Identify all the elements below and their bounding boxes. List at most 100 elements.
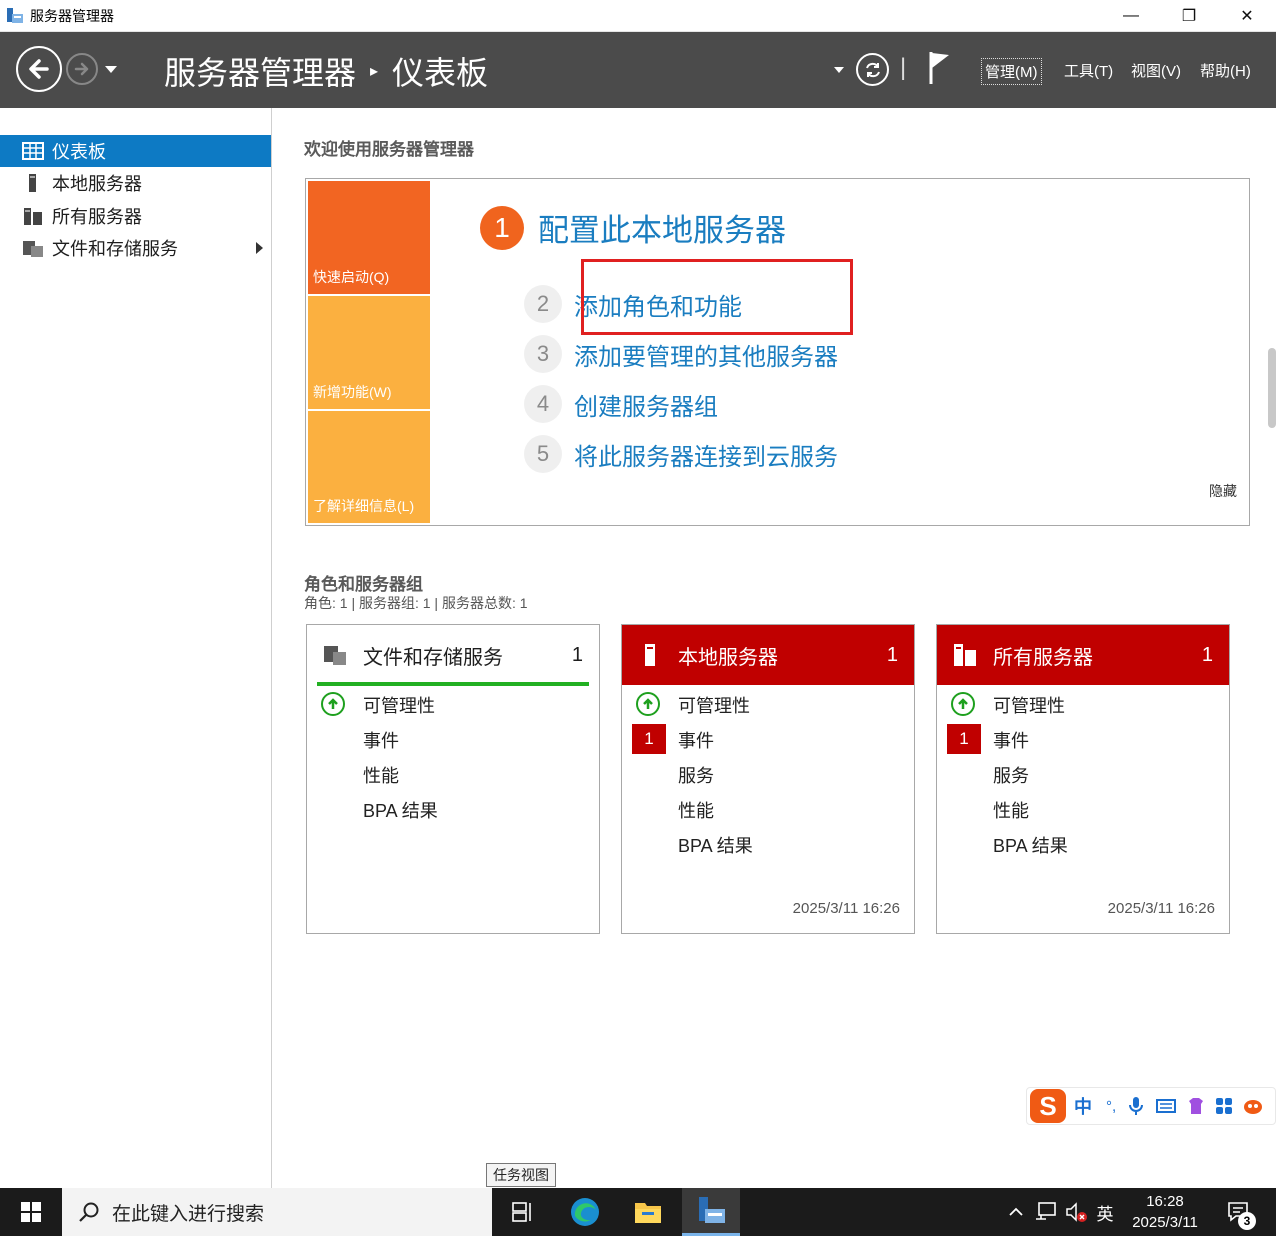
app-header: 服务器管理器 ▸ 仪表板 | 管理(M) 工具(T) 视图(V) 帮助(H) (0, 32, 1276, 108)
card-row-manageability[interactable]: 可管理性 (307, 689, 599, 719)
step-number: 1 (480, 205, 524, 250)
skin-icon[interactable] (1186, 1096, 1206, 1116)
quick-start-panel: 快速启动(Q) 新增功能(W) 了解详细信息(L) 1 配置此本地服务器 2 添… (305, 178, 1250, 526)
taskbar-search-box[interactable]: 在此键入进行搜索 (62, 1188, 492, 1236)
card-row-services[interactable]: 服务 (622, 759, 914, 789)
minimize-button[interactable]: — (1102, 0, 1160, 32)
menu-manage[interactable]: 管理(M) (981, 58, 1042, 85)
step-number: 4 (524, 385, 562, 423)
card-row-bpa[interactable]: BPA 结果 (307, 794, 599, 824)
input-language-indicator[interactable]: 英 (1092, 1188, 1118, 1236)
servers-icon (954, 644, 976, 666)
card-row-bpa[interactable]: BPA 结果 (622, 829, 914, 859)
welcome-title: 欢迎使用服务器管理器 (304, 140, 474, 159)
tile-whats-new[interactable]: 新增功能(W) (308, 296, 430, 409)
menu-tools[interactable]: 工具(T) (1061, 58, 1116, 83)
hide-welcome-link[interactable]: 隐藏 (1209, 481, 1237, 501)
card-row-manageability[interactable]: 可管理性 (622, 689, 914, 719)
role-card-all-servers[interactable]: 所有服务器 1 可管理性 1 事件 服务 性能 BPA 结果 2025/3/11… (936, 624, 1230, 934)
row-label: 可管理性 (993, 696, 1065, 716)
sidebar-item-label: 所有服务器 (52, 207, 142, 227)
server-manager-taskbar-button[interactable] (682, 1188, 740, 1236)
chevron-up-icon (1009, 1207, 1023, 1216)
card-row-bpa[interactable]: BPA 结果 (937, 829, 1229, 859)
step-create-server-group[interactable]: 4 创建服务器组 (524, 385, 718, 423)
arrow-left-icon (29, 59, 49, 79)
file-explorer-button[interactable] (619, 1188, 677, 1236)
breadcrumb-root[interactable]: 服务器管理器 (164, 48, 356, 94)
row-label: 服务 (678, 766, 714, 786)
tile-learn-more[interactable]: 了解详细信息(L) (308, 411, 430, 523)
tile-quick-start[interactable]: 快速启动(Q) (308, 181, 430, 294)
forward-button[interactable] (66, 53, 98, 85)
dashboard-grid-icon (22, 142, 44, 160)
arrow-right-icon (74, 62, 89, 76)
scrollbar-thumb[interactable] (1268, 348, 1276, 428)
maximize-button[interactable]: ❐ (1160, 0, 1218, 32)
card-header[interactable]: 所有服务器 1 (937, 625, 1229, 685)
step-number: 3 (524, 335, 562, 373)
sidebar-item-file-storage[interactable]: 文件和存储服务 (0, 232, 271, 264)
roles-section-title: 角色和服务器组 (304, 575, 423, 594)
dropdown-caret-icon[interactable] (834, 67, 844, 73)
expand-arrow-icon[interactable] (256, 242, 263, 254)
volume-tray-button[interactable] (1062, 1188, 1090, 1236)
sidebar: 仪表板 本地服务器 所有服务器 文件和存储服务 (0, 108, 272, 1188)
card-row-performance[interactable]: 性能 (937, 794, 1229, 824)
step-connect-cloud[interactable]: 5 将此服务器连接到云服务 (524, 435, 838, 473)
card-row-performance[interactable]: 性能 (307, 759, 599, 789)
step-number: 5 (524, 435, 562, 473)
task-view-icon (512, 1202, 531, 1222)
row-label: BPA 结果 (363, 801, 438, 821)
step-label: 创建服务器组 (574, 393, 718, 421)
taskbar-clock[interactable]: 16:28 2025/3/11 (1120, 1191, 1210, 1233)
task-view-button[interactable] (494, 1188, 552, 1236)
row-label: 事件 (678, 731, 714, 751)
card-row-events[interactable]: 1 事件 (937, 724, 1229, 754)
show-hidden-icons-button[interactable] (1004, 1188, 1028, 1236)
microphone-icon[interactable] (1128, 1096, 1144, 1116)
mascot-icon[interactable] (1242, 1096, 1264, 1116)
card-row-manageability[interactable]: 可管理性 (937, 689, 1229, 719)
network-tray-button[interactable] (1032, 1188, 1060, 1236)
close-button[interactable]: ✕ (1218, 0, 1276, 32)
notification-center-button[interactable]: 3 (1216, 1188, 1260, 1236)
history-dropdown-icon[interactable] (105, 66, 117, 73)
back-button[interactable] (16, 46, 62, 92)
edge-browser-button[interactable] (556, 1188, 614, 1236)
clock-date: 2025/3/11 (1132, 1214, 1198, 1231)
sidebar-item-dashboard[interactable]: 仪表板 (0, 135, 271, 167)
ime-punctuation-toggle[interactable]: °, (1106, 1098, 1116, 1115)
card-row-events[interactable]: 1 事件 (622, 724, 914, 754)
toolbox-icon[interactable] (1214, 1096, 1234, 1116)
sidebar-item-local-server[interactable]: 本地服务器 (0, 167, 271, 199)
start-button[interactable] (2, 1188, 60, 1236)
role-card-file-storage[interactable]: 文件和存储服务 1 可管理性 事件 性能 BPA 结果 (306, 624, 600, 934)
ime-language-toggle[interactable]: 中 (1074, 1093, 1092, 1119)
menu-view[interactable]: 视图(V) (1128, 58, 1184, 83)
card-header[interactable]: 本地服务器 1 (622, 625, 914, 685)
volume-muted-icon (1066, 1202, 1087, 1222)
card-title: 文件和存储服务 (363, 646, 503, 669)
row-label: 性能 (678, 801, 714, 821)
breadcrumb: 服务器管理器 ▸ 仪表板 (164, 48, 488, 94)
keyboard-icon[interactable] (1156, 1098, 1177, 1114)
step-label: 配置此本地服务器 (538, 213, 786, 248)
card-row-services[interactable]: 服务 (937, 759, 1229, 789)
card-row-performance[interactable]: 性能 (622, 794, 914, 824)
sidebar-item-label: 仪表板 (52, 142, 106, 162)
row-label: 可管理性 (363, 696, 435, 716)
sogou-logo-icon[interactable]: S (1030, 1089, 1066, 1123)
sidebar-item-all-servers[interactable]: 所有服务器 (0, 200, 271, 232)
status-ok-bar (317, 682, 589, 686)
card-row-events[interactable]: 事件 (307, 724, 599, 754)
step-add-other-servers[interactable]: 3 添加要管理的其他服务器 (524, 335, 838, 373)
server-manager-app-icon (7, 7, 23, 23)
refresh-button[interactable] (856, 53, 889, 86)
step-configure-local-server[interactable]: 1 配置此本地服务器 (480, 205, 786, 250)
card-header[interactable]: 文件和存储服务 1 (307, 625, 599, 685)
notification-flag-icon[interactable] (928, 50, 952, 86)
servers-icon (24, 208, 42, 225)
menu-help[interactable]: 帮助(H) (1197, 58, 1254, 83)
role-card-local-server[interactable]: 本地服务器 1 可管理性 1 事件 服务 性能 BPA 结果 2025/3/11… (621, 624, 915, 934)
